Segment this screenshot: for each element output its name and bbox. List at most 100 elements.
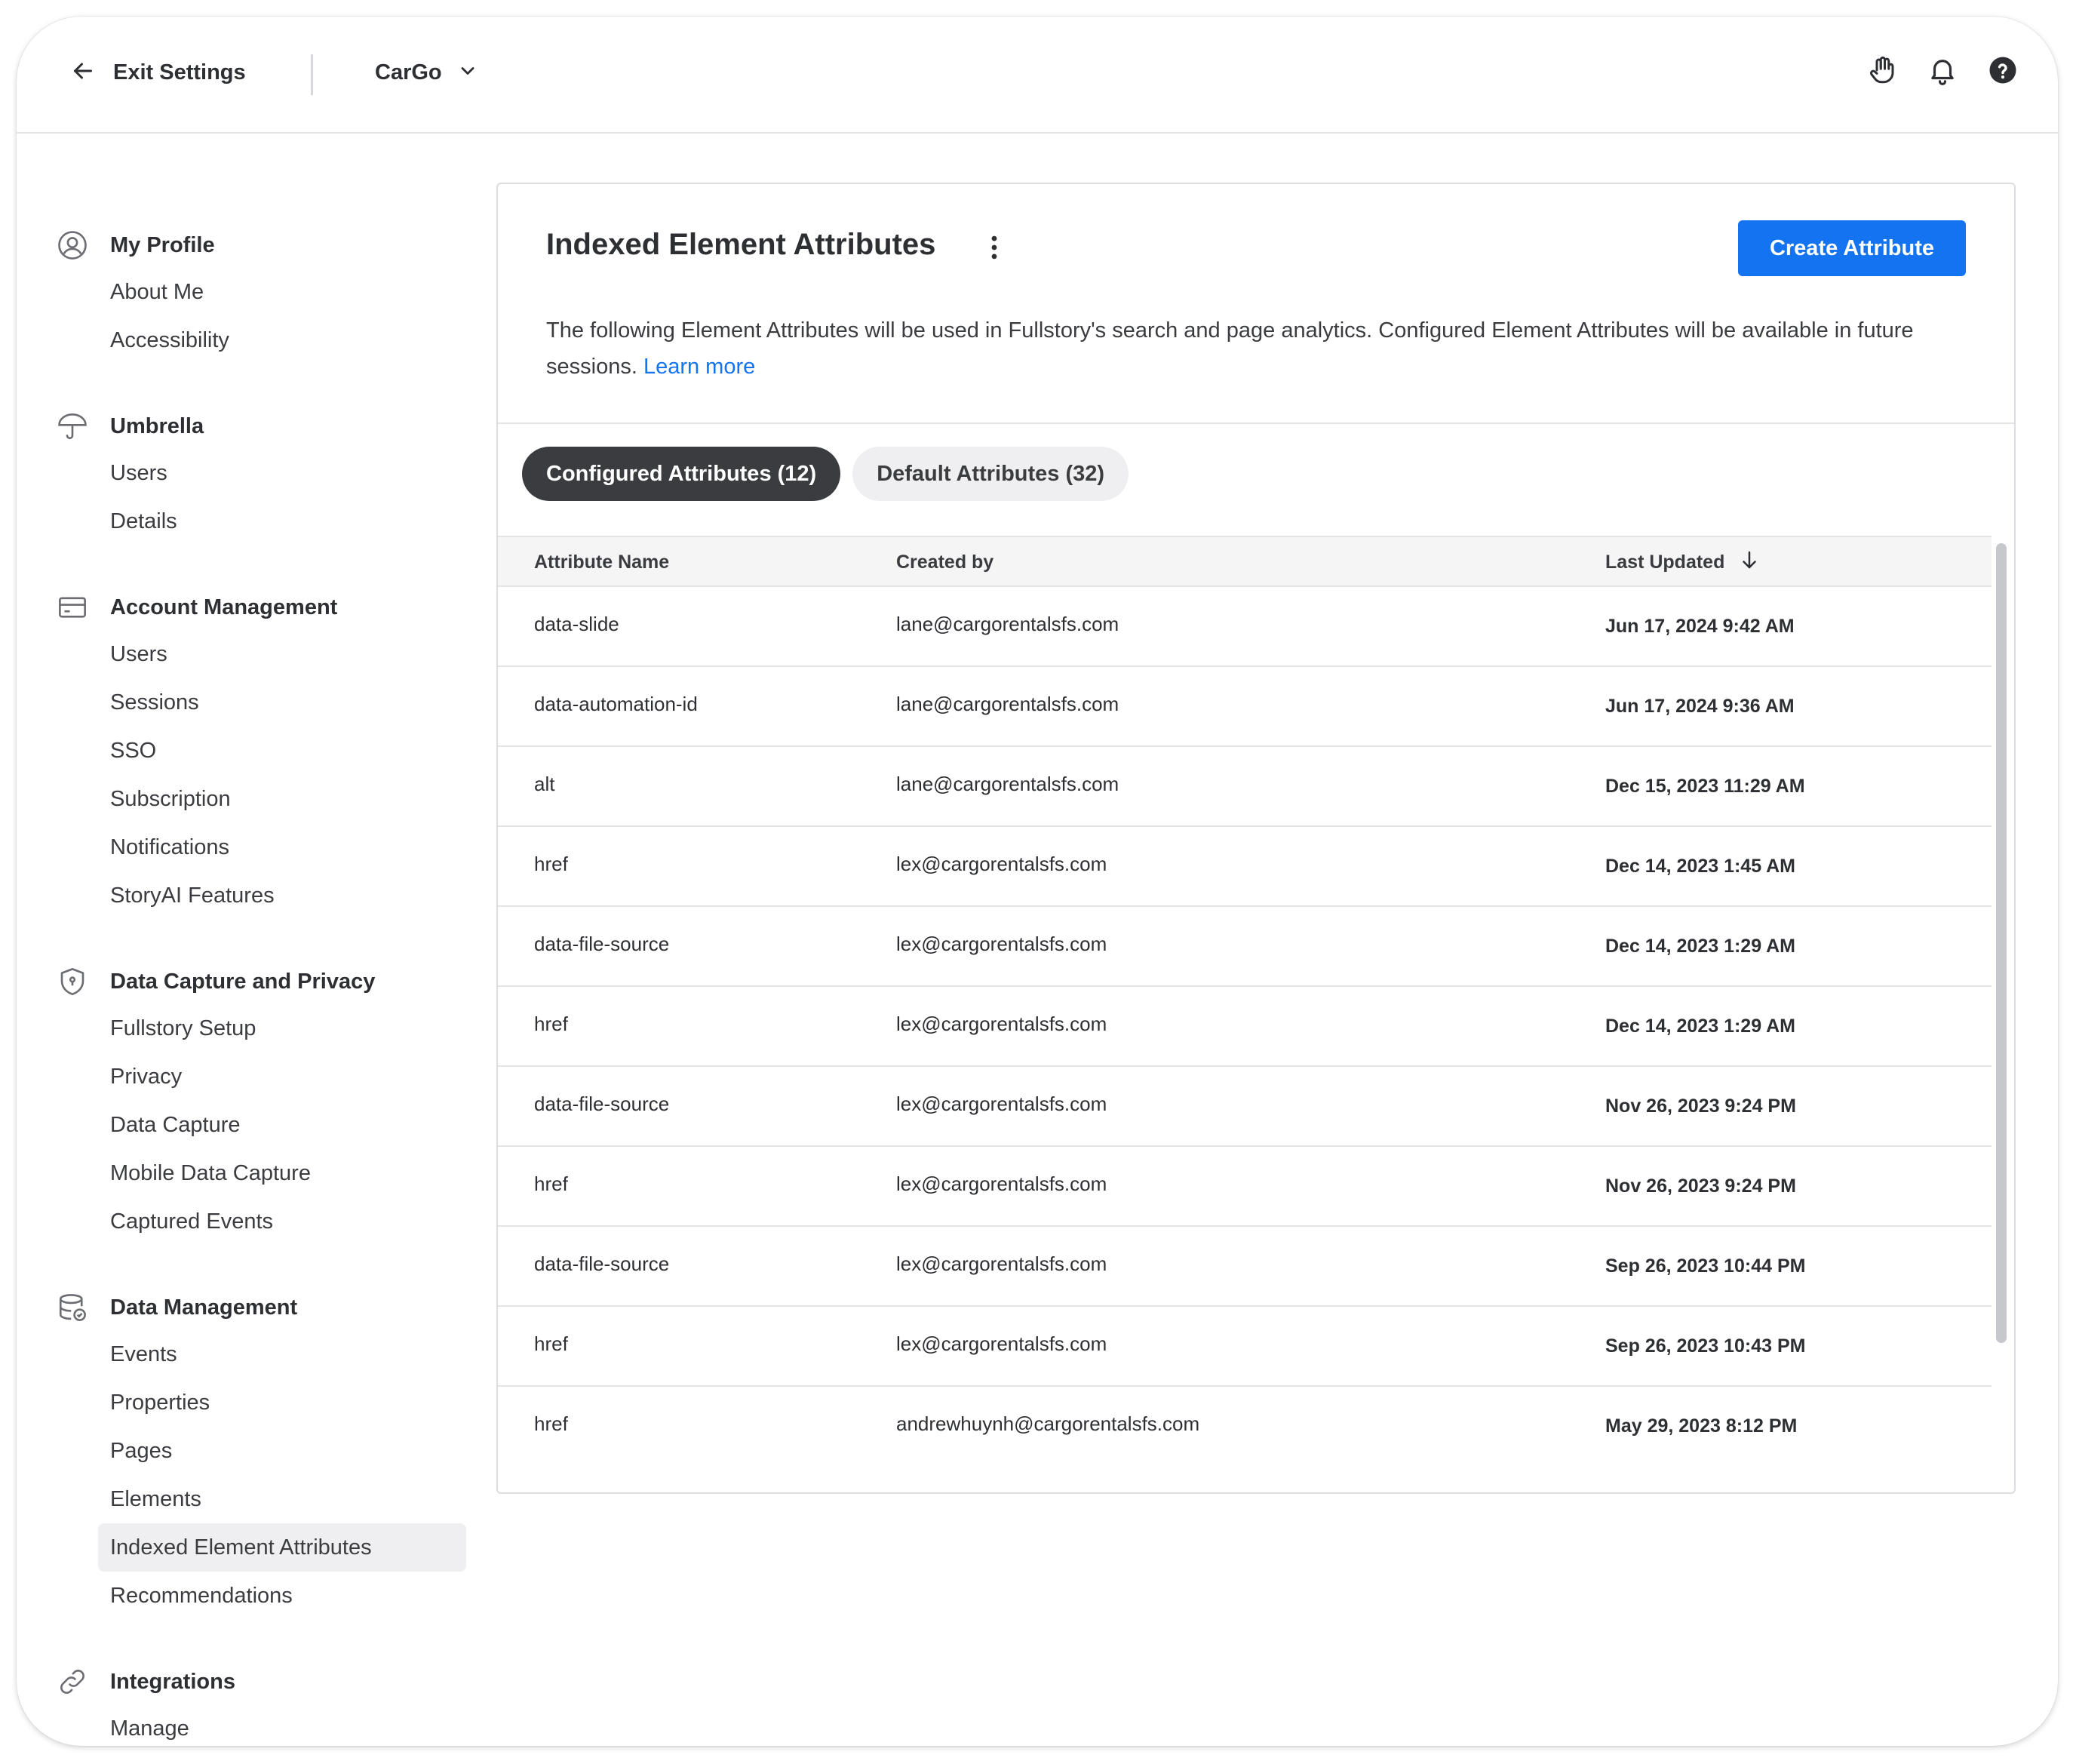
table-row[interactable]: data-file-source lex@cargorentalsfs.com Se… bbox=[498, 1227, 1992, 1307]
cell-attribute-name: data-file-source bbox=[534, 933, 670, 955]
sidebar-section-integrations: Integrations Manage bbox=[17, 1659, 484, 1746]
table-row[interactable]: data-file-source lex@cargorentalsfs.com De… bbox=[498, 907, 1992, 987]
cell-attribute-name: data-file-source bbox=[534, 1252, 670, 1275]
cell-last-updated: Jun 17, 2024 9:42 AM bbox=[1605, 616, 1795, 637]
exit-settings-label: Exit Settings bbox=[113, 60, 246, 85]
more-options-icon[interactable] bbox=[981, 232, 1008, 263]
exit-settings-button[interactable]: Exit Settings bbox=[69, 54, 246, 91]
sidebar-item-data-capture[interactable]: Data Capture bbox=[98, 1101, 466, 1149]
sidebar-item-storyai-features[interactable]: StoryAI Features bbox=[98, 871, 466, 920]
learn-more-link[interactable]: Learn more bbox=[643, 355, 755, 379]
sidebar-section-title: Umbrella bbox=[110, 413, 204, 438]
cell-created-by: lane@cargorentalsfs.com bbox=[896, 693, 1119, 715]
cell-last-updated: May 29, 2023 8:12 PM bbox=[1605, 1415, 1798, 1437]
sidebar-item-elements[interactable]: Elements bbox=[98, 1475, 466, 1523]
cell-last-updated: Nov 26, 2023 9:24 PM bbox=[1605, 1096, 1796, 1117]
cell-last-updated: Sep 26, 2023 10:43 PM bbox=[1605, 1335, 1806, 1357]
cell-created-by: andrewhuynh@cargorentalsfs.com bbox=[896, 1412, 1200, 1435]
cell-created-by: lex@cargorentalsfs.com bbox=[896, 1013, 1107, 1035]
cell-created-by: lex@cargorentalsfs.com bbox=[896, 933, 1107, 955]
sidebar-section-title: My Profile bbox=[110, 232, 215, 257]
sidebar-section-title: Data Capture and Privacy bbox=[110, 969, 376, 994]
table-row[interactable]: alt lane@cargorentalsfs.com Dec 15, 2023 1… bbox=[498, 747, 1992, 827]
sidebar-section-title: Account Management bbox=[110, 595, 338, 619]
cell-attribute-name: href bbox=[534, 1332, 568, 1355]
org-name: CarGo bbox=[375, 60, 442, 85]
cell-last-updated: Dec 14, 2023 1:29 AM bbox=[1605, 1016, 1796, 1037]
cell-last-updated: Dec 14, 2023 1:29 AM bbox=[1605, 936, 1796, 957]
tab-configured-attributes[interactable]: Configured Attributes (12) bbox=[522, 447, 841, 501]
sidebar-item-privacy[interactable]: Privacy bbox=[98, 1053, 466, 1101]
table-row[interactable]: href lex@cargorentalsfs.com Sep 26, 2023 1… bbox=[498, 1307, 1992, 1387]
database-icon bbox=[56, 1291, 89, 1324]
sidebar-item-subscription[interactable]: Subscription bbox=[98, 775, 466, 823]
sidebar-item-about-me[interactable]: About Me bbox=[98, 268, 466, 316]
sidebar-item-pages[interactable]: Pages bbox=[98, 1427, 466, 1475]
sidebar-item-events[interactable]: Events bbox=[98, 1330, 466, 1378]
settings-sidebar: My Profile About Me Accessibility Umbrel… bbox=[17, 134, 484, 1746]
cell-attribute-name: href bbox=[534, 1172, 568, 1195]
sidebar-section-header: Data Management bbox=[17, 1285, 484, 1330]
cell-attribute-name: href bbox=[534, 1412, 568, 1435]
indexed-attributes-card: Indexed Element Attributes Create Attrib… bbox=[496, 183, 2016, 1494]
table-row[interactable]: data-automation-id lane@cargorentalsfs.co… bbox=[498, 667, 1992, 747]
sidebar-item-manage[interactable]: Manage bbox=[98, 1704, 466, 1746]
link-icon bbox=[56, 1665, 89, 1698]
sidebar-item-recommendations[interactable]: Recommendations bbox=[98, 1572, 466, 1620]
sidebar-item-mobile-data-capture[interactable]: Mobile Data Capture bbox=[98, 1149, 466, 1197]
sidebar-section-header: Umbrella bbox=[17, 404, 484, 449]
column-header-attribute-name[interactable]: Attribute Name bbox=[534, 537, 669, 587]
sidebar-item-sessions[interactable]: Sessions bbox=[98, 678, 466, 727]
table-row[interactable]: data-slide lane@cargorentalsfs.com Jun 17,… bbox=[498, 587, 1992, 667]
hand-icon[interactable] bbox=[1865, 53, 1899, 88]
cell-created-by: lane@cargorentalsfs.com bbox=[896, 773, 1119, 795]
top-bar: Exit Settings CarGo bbox=[17, 17, 2058, 134]
table-scrollbar[interactable] bbox=[1996, 543, 2007, 1343]
sidebar-section-data-capture-privacy: Data Capture and Privacy Fullstory Setup… bbox=[17, 959, 484, 1246]
table-row[interactable]: href lex@cargorentalsfs.com Dec 14, 2023 1… bbox=[498, 827, 1992, 907]
help-icon[interactable] bbox=[1985, 53, 2020, 88]
cell-last-updated: Sep 26, 2023 10:44 PM bbox=[1605, 1255, 1806, 1277]
table-row[interactable]: href lex@cargorentalsfs.com Nov 26, 2023 9… bbox=[498, 1147, 1992, 1227]
cell-last-updated: Dec 15, 2023 11:29 AM bbox=[1605, 776, 1805, 797]
sidebar-item-indexed-element-attributes[interactable]: Indexed Element Attributes bbox=[98, 1523, 466, 1572]
table-row[interactable]: href andrewhuynh@cargorentalsfs.com May 29… bbox=[498, 1387, 1992, 1467]
org-switcher[interactable]: CarGo bbox=[375, 54, 478, 91]
cell-created-by: lex@cargorentalsfs.com bbox=[896, 853, 1107, 875]
cell-created-by: lex@cargorentalsfs.com bbox=[896, 1332, 1107, 1355]
sidebar-section-my-profile: My Profile About Me Accessibility bbox=[17, 223, 484, 364]
cell-created-by: lane@cargorentalsfs.com bbox=[896, 613, 1119, 635]
cell-last-updated: Jun 17, 2024 9:36 AM bbox=[1605, 696, 1795, 717]
sidebar-section-umbrella: Umbrella Users Details bbox=[17, 404, 484, 545]
cell-attribute-name: data-file-source bbox=[534, 1093, 670, 1115]
cell-attribute-name: href bbox=[534, 1013, 568, 1035]
sidebar-section-header: Data Capture and Privacy bbox=[17, 959, 484, 1004]
tab-default-attributes[interactable]: Default Attributes (32) bbox=[852, 447, 1129, 501]
cell-attribute-name: alt bbox=[534, 773, 555, 795]
attributes-table: Attribute Name Created by Last Updated d… bbox=[498, 536, 1992, 1467]
sidebar-item-umbrella-users[interactable]: Users bbox=[98, 449, 466, 497]
card-divider bbox=[498, 423, 2014, 424]
cell-attribute-name: data-slide bbox=[534, 613, 619, 635]
sidebar-item-users[interactable]: Users bbox=[98, 630, 466, 678]
cell-attribute-name: href bbox=[534, 853, 568, 875]
page-title: Indexed Element Attributes bbox=[546, 228, 936, 261]
credit-card-icon bbox=[56, 591, 89, 624]
sidebar-section-title: Integrations bbox=[110, 1669, 235, 1694]
sidebar-item-details[interactable]: Details bbox=[98, 497, 466, 545]
sidebar-item-captured-events[interactable]: Captured Events bbox=[98, 1197, 466, 1246]
table-row[interactable]: data-file-source lex@cargorentalsfs.com No… bbox=[498, 1067, 1992, 1147]
column-header-last-updated[interactable]: Last Updated bbox=[1605, 537, 1761, 587]
sidebar-item-sso[interactable]: SSO bbox=[98, 727, 466, 775]
cell-attribute-name: data-automation-id bbox=[534, 693, 698, 715]
sidebar-item-notifications[interactable]: Notifications bbox=[98, 823, 466, 871]
cell-last-updated: Dec 14, 2023 1:45 AM bbox=[1605, 856, 1796, 877]
arrow-down-icon bbox=[1738, 549, 1761, 576]
sidebar-item-properties[interactable]: Properties bbox=[98, 1378, 466, 1427]
column-header-created-by[interactable]: Created by bbox=[896, 537, 993, 587]
table-row[interactable]: href lex@cargorentalsfs.com Dec 14, 2023 1… bbox=[498, 987, 1992, 1067]
sidebar-item-fullstory-setup[interactable]: Fullstory Setup bbox=[98, 1004, 466, 1053]
sidebar-item-accessibility[interactable]: Accessibility bbox=[98, 316, 466, 364]
bell-icon[interactable] bbox=[1925, 53, 1960, 88]
create-attribute-button[interactable]: Create Attribute bbox=[1738, 220, 1966, 276]
